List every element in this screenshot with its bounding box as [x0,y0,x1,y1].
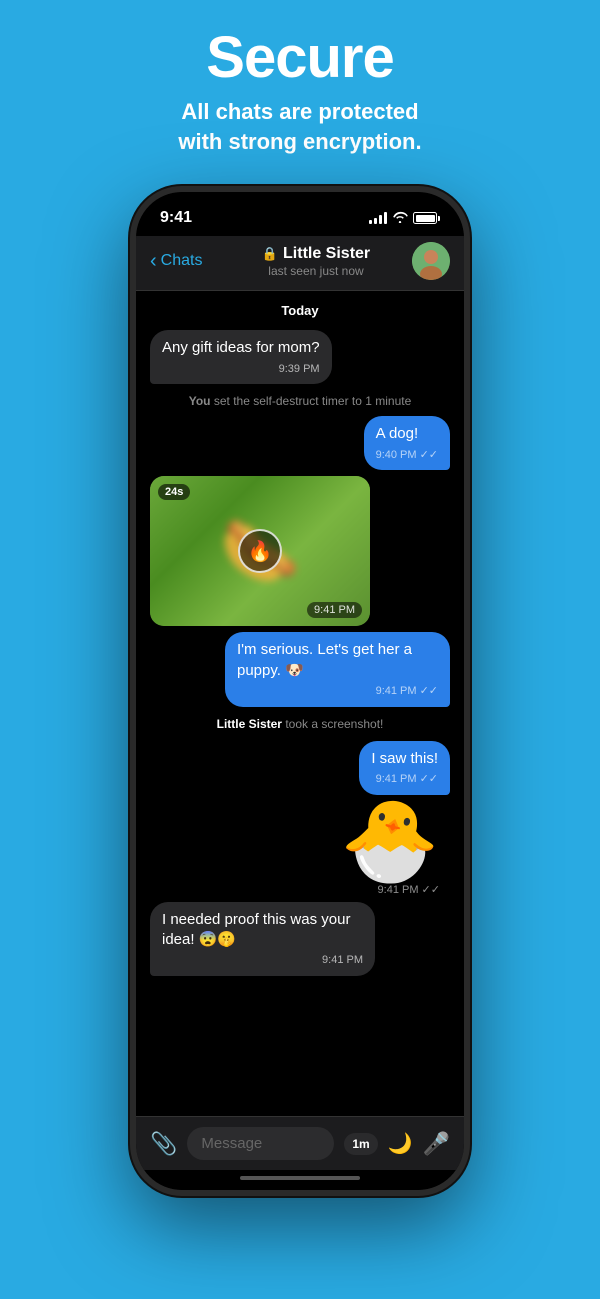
message-row-media: 24s 🌭 🔥 9:41 PM [150,476,450,626]
sticker-time: 9:41 PM ✓✓ [378,883,440,896]
sticker-emoji: 🐣 [340,801,440,881]
phone-screen: 9:41 [136,192,464,1190]
message-input[interactable]: Message [187,1127,334,1160]
chat-name: 🔒 Little Sister [262,245,370,263]
home-bar [240,1176,360,1180]
message-time: 9:39 PM [279,362,320,377]
message-time: 9:41 PM [376,684,417,699]
back-button[interactable]: ‹ Chats [150,250,220,273]
message-time: 9:41 PM [376,772,417,787]
chat-header-center: 🔒 Little Sister last seen just now [220,245,412,278]
lock-icon: 🔒 [262,246,278,262]
avatar[interactable] [412,242,450,280]
promo-subtitle: All chats are protectedwith strong encry… [20,97,580,156]
battery-icon [413,212,440,224]
media-timer-badge: 24s [158,484,190,500]
message-bubble-outgoing: A dog! 9:40 PM ✓✓ [364,416,450,470]
input-bar: 📎 Message 1m 🌙 🎤 [136,1116,464,1170]
flame-icon: 🔥 [248,539,273,564]
chat-header: ‹ Chats 🔒 Little Sister last seen just n… [136,236,464,291]
promo-title: Secure [20,28,580,89]
message-bubble-proof: I needed proof this was your idea! 😨🤫 9:… [150,902,375,976]
message-placeholder: Message [201,1135,262,1152]
message-ticks: ✓✓ [420,684,438,699]
home-indicator [136,1170,464,1190]
message-ticks: ✓✓ [420,772,438,787]
phone-frame: 9:41 [130,186,470,1196]
message-time: 9:40 PM [376,448,417,463]
promo-section: Secure All chats are protectedwith stron… [0,0,600,176]
mic-button[interactable]: 🎤 [423,1131,450,1157]
back-chevron-icon: ‹ [150,250,157,273]
status-time: 9:41 [160,209,192,227]
message-row-saw: I saw this! 9:41 PM ✓✓ [150,741,450,795]
messages-area: Today Any gift ideas for mom? 9:39 PM Yo… [136,291,464,1116]
message-time: 9:41 PM [322,953,363,968]
chat-status: last seen just now [268,264,363,278]
message-ticks: ✓✓ [420,448,438,463]
wifi-icon [392,210,408,226]
message-row-proof: I needed proof this was your idea! 😨🤫 9:… [150,902,450,976]
back-label: Chats [161,252,203,270]
message-bubble-saw: I saw this! 9:41 PM ✓✓ [359,741,450,795]
system-message: You set the self-destruct timer to 1 min… [150,394,450,408]
media-time-badge: 9:41 PM [307,602,362,618]
message-bubble-serious: I'm serious. Let's get her a puppy. 🐶 9:… [225,632,450,706]
message-row-serious: I'm serious. Let's get her a puppy. 🐶 9:… [150,632,450,706]
status-icons [369,210,440,226]
message-row-outgoing: A dog! 9:40 PM ✓✓ [150,416,450,470]
signal-icon [369,212,387,224]
attach-button[interactable]: 📎 [150,1131,177,1157]
message-bubble-incoming: Any gift ideas for mom? 9:39 PM [150,330,332,384]
sticker-row: 🐣 9:41 PM ✓✓ [150,801,450,896]
screenshot-notice: Little Sister took a screenshot! [150,717,450,731]
phone-wrapper: 9:41 [130,186,470,1196]
moon-button[interactable]: 🌙 [388,1131,413,1156]
media-message[interactable]: 24s 🌭 🔥 9:41 PM [150,476,370,626]
notch [240,192,360,220]
timer-badge[interactable]: 1m [344,1133,377,1155]
message-row: Any gift ideas for mom? 9:39 PM [150,330,450,384]
date-divider: Today [150,303,450,318]
